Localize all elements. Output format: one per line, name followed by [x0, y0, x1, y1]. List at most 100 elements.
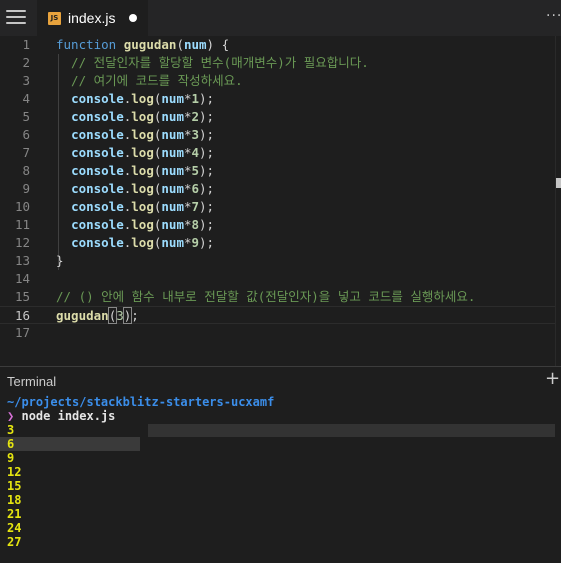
code-token: log — [131, 199, 154, 214]
code-token: 4 — [191, 145, 200, 160]
terminal-cwd: ~/projects/stackblitz-starters-ucxamf — [7, 395, 275, 409]
code-token: 8 — [191, 217, 200, 232]
code-line[interactable]: 15 // () 안에 함수 내부로 전달할 값(전달인자)을 넣고 코드를 실행… — [0, 288, 561, 306]
code-line[interactable]: 10 console.log(num*7); — [0, 198, 561, 216]
code-token: * — [183, 181, 192, 196]
line-code[interactable]: function gugudan(num) { — [56, 36, 229, 54]
code-token: num — [161, 199, 184, 214]
terminal-output-line: 3 — [7, 423, 15, 437]
terminal-output-line: 24 — [7, 521, 22, 535]
code-token: * — [183, 163, 192, 178]
code-token: console — [71, 181, 124, 196]
plus-icon[interactable]: + — [545, 370, 560, 388]
code-line[interactable]: 9 console.log(num*6); — [0, 180, 561, 198]
code-line[interactable]: 17 — [0, 324, 561, 342]
code-token: log — [131, 181, 154, 196]
code-token: gugudan — [56, 308, 109, 323]
unsaved-dot-icon[interactable] — [129, 14, 137, 22]
code-token: console — [71, 217, 124, 232]
code-token: console — [71, 145, 124, 160]
line-number: 3 — [22, 73, 30, 88]
code-token: console — [71, 199, 124, 214]
code-line[interactable]: 8 console.log(num*5); — [0, 162, 561, 180]
code-token: 3 — [191, 127, 200, 142]
line-code[interactable]: // () 안에 함수 내부로 전달할 값(전달인자)을 넣고 코드를 실행하세… — [56, 288, 475, 306]
editor-scrollbar[interactable] — [555, 36, 561, 366]
code-token: function — [56, 37, 117, 52]
tab-bar: JS index.js ··· — [0, 0, 561, 36]
line-code[interactable]: // 전달인자를 할당할 변수(매개변수)가 필요합니다. — [56, 54, 369, 72]
line-code[interactable]: console.log(num*7); — [56, 198, 214, 216]
terminal-output-line: 27 — [7, 535, 22, 549]
line-code[interactable]: console.log(num*6); — [56, 180, 214, 198]
code-token: * — [183, 145, 192, 160]
code-line[interactable]: 11 console.log(num*8); — [0, 216, 561, 234]
code-token: 9 — [191, 235, 200, 250]
line-number: 9 — [22, 181, 30, 196]
code-line[interactable]: 7 console.log(num*4); — [0, 144, 561, 162]
code-line[interactable]: 3 // 여기에 코드를 작성하세요. — [0, 72, 561, 90]
code-line[interactable]: 12 console.log(num*9); — [0, 234, 561, 252]
line-code[interactable]: console.log(num*4); — [56, 144, 214, 162]
code-token: num — [161, 109, 184, 124]
line-code[interactable]: console.log(num*3); — [56, 126, 214, 144]
code-token: num — [183, 37, 207, 52]
code-editor[interactable]: 1 function gugudan(num) {2 // 전달인자를 할당할 변… — [0, 36, 561, 366]
code-line[interactable]: 4 console.log(num*1); — [0, 90, 561, 108]
line-code[interactable]: console.log(num*8); — [56, 216, 214, 234]
code-line[interactable]: 5 console.log(num*2); — [0, 108, 561, 126]
terminal-panel[interactable]: Terminal + ~/projects/stackblitz-starter… — [0, 367, 561, 563]
code-token: } — [56, 253, 64, 268]
code-line[interactable]: 2 // 전달인자를 할당할 변수(매개변수)가 필요합니다. — [0, 54, 561, 72]
line-code[interactable]: } — [56, 252, 64, 270]
code-token: ); — [199, 127, 215, 142]
tab-index-js[interactable]: JS index.js — [37, 0, 148, 36]
code-line[interactable]: 6 console.log(num*3); — [0, 126, 561, 144]
code-line[interactable]: 16 gugudan(3); — [0, 306, 561, 324]
code-line[interactable]: 1 function gugudan(num) { — [0, 36, 561, 54]
code-token: 3 — [116, 308, 124, 323]
line-code[interactable]: console.log(num*5); — [56, 162, 214, 180]
code-line[interactable]: 13} — [0, 252, 561, 270]
line-number: 16 — [14, 308, 30, 323]
code-token: num — [161, 145, 184, 160]
line-number: 13 — [14, 253, 30, 268]
code-token: console — [71, 163, 124, 178]
line-code[interactable]: console.log(num*2); — [56, 108, 214, 126]
line-number: 11 — [14, 217, 30, 232]
line-code[interactable]: console.log(num*9); — [56, 234, 214, 252]
code-token: ; — [131, 308, 139, 323]
scrollbar-thumb[interactable] — [556, 178, 561, 188]
line-code[interactable]: gugudan(3); — [56, 307, 139, 325]
code-token: // 여기에 코드를 작성하세요. — [56, 73, 243, 88]
line-code[interactable]: // 여기에 코드를 작성하세요. — [56, 72, 243, 90]
code-token: ); — [199, 199, 215, 214]
code-token: log — [131, 127, 154, 142]
code-token: 7 — [191, 199, 200, 214]
line-code[interactable]: console.log(num*1); — [56, 90, 214, 108]
code-token: console — [71, 91, 124, 106]
code-token: console — [71, 127, 124, 142]
terminal-output-line: 18 — [7, 493, 22, 507]
tab-filename: index.js — [68, 10, 116, 26]
code-token: * — [183, 199, 192, 214]
code-token: * — [183, 235, 192, 250]
line-number: 5 — [22, 109, 30, 124]
code-line[interactable]: 14 — [0, 270, 561, 288]
line-number: 1 — [22, 37, 30, 52]
code-token: log — [131, 163, 154, 178]
javascript-file-icon: JS — [48, 12, 61, 25]
hamburger-menu-icon[interactable] — [6, 10, 26, 26]
more-actions-icon[interactable]: ··· — [546, 8, 561, 24]
code-token: ( — [176, 37, 184, 52]
line-number: 17 — [14, 325, 30, 340]
code-token: ); — [199, 217, 215, 232]
code-token: log — [131, 145, 154, 160]
code-token: console — [71, 109, 124, 124]
